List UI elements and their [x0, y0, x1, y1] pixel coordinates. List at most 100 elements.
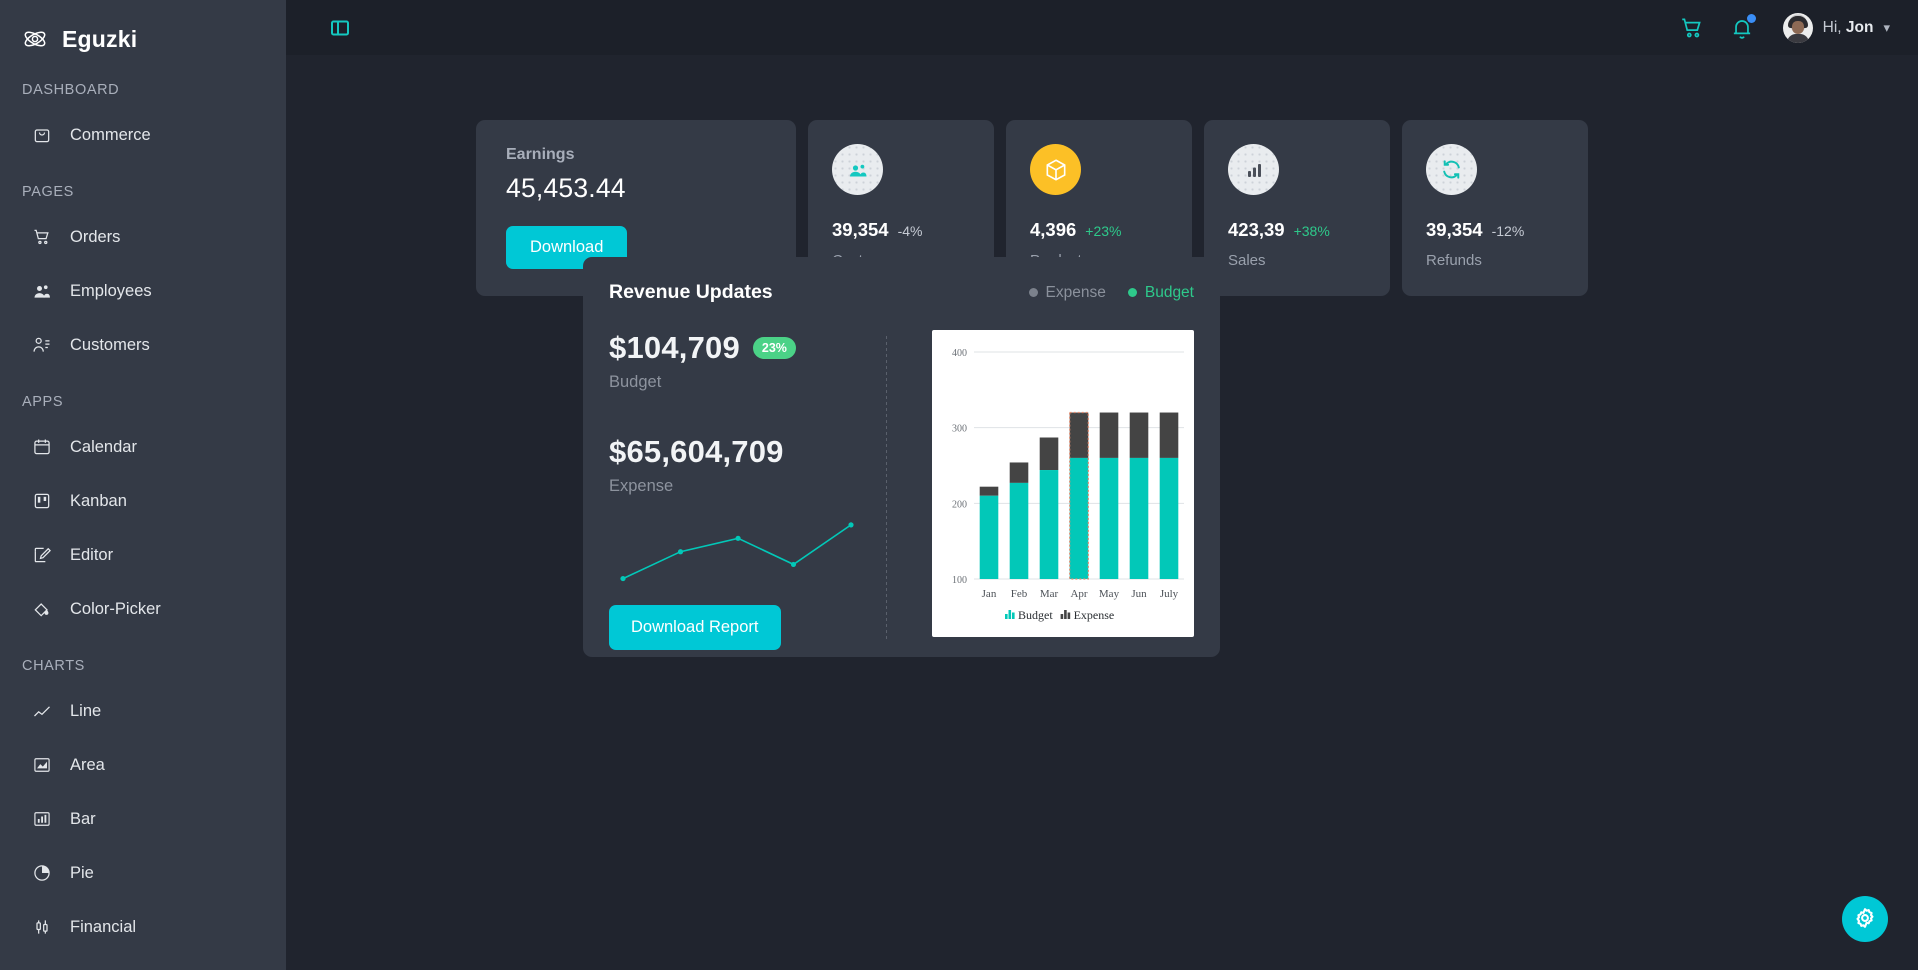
topbar-actions: Hi, Jon ▾ [1679, 12, 1890, 43]
sidebar-item-label: Customers [70, 335, 150, 354]
greeting-prefix: Hi, [1822, 18, 1842, 36]
sidebar-item-customers[interactable]: Customers [0, 318, 286, 372]
revenue-legend: Expense Budget [1028, 283, 1194, 302]
sidebar-item-orders[interactable]: Orders [0, 210, 286, 264]
legend-dot-budget [1127, 288, 1137, 297]
sidebar-item-label: Commerce [70, 125, 151, 144]
sidebar-item-label: Pie [70, 863, 94, 882]
expense-block: $65,604,709 Expense [609, 434, 886, 496]
revenue-summary: $104,709 23% Budget $65,604,709 Expense … [609, 330, 886, 650]
stat-value: 4,396 [1030, 219, 1077, 240]
sidebar-item-color-picker[interactable]: Color-Picker [0, 582, 286, 636]
svg-text:Expense: Expense [1074, 608, 1115, 622]
svg-text:200: 200 [952, 499, 967, 510]
sidebar-item-calendar[interactable]: Calendar [0, 420, 286, 474]
stat-delta: -12% [1491, 223, 1525, 239]
budget-block: $104,709 23% Budget [609, 330, 886, 392]
svg-text:300: 300 [952, 424, 967, 435]
revenue-bar-chart[interactable]: 100 200 300 400 Jan Feb Mar Apr May Jun July Budget… [932, 330, 1194, 637]
stat-delta: +23% [1085, 223, 1122, 239]
budget-label: Budget [609, 373, 662, 391]
sidebar-item-label: Financial [70, 917, 137, 936]
svg-text:Budget: Budget [1018, 608, 1053, 622]
stat-label: Sales [1228, 252, 1266, 269]
sidebar-item-editor[interactable]: Editor [0, 528, 286, 582]
top-navigation-bar: Hi, Jon ▾ [286, 0, 1918, 55]
sidebar-item-label: Calendar [70, 437, 137, 456]
budget-value: $104,709 [609, 330, 740, 365]
sidebar-item-label: Line [70, 701, 102, 720]
stat-card-refunds: 39,354 -12% Refunds [1402, 120, 1588, 296]
customers-icon [832, 144, 883, 195]
sidebar-item-label: Orders [70, 227, 121, 246]
shopping-cart-icon [32, 227, 52, 247]
sidebar-section-pages: PAGES [22, 184, 74, 200]
revenue-bar-chart-panel[interactable]: 100 200 300 400 Jan Feb Mar Apr May Jun July Budget… [932, 330, 1194, 637]
user-list-icon [32, 335, 52, 355]
atom-icon [22, 26, 48, 52]
sidebar-item-pie[interactable]: Pie [0, 846, 286, 900]
stat-value: 39,354 [1426, 219, 1483, 240]
earnings-title: Earnings [506, 146, 575, 163]
sidebar-section-charts: CHARTS [22, 658, 85, 674]
svg-text:May: May [1099, 588, 1120, 600]
revenue-updates-card: Revenue Updates Expense Budget $104,709 … [583, 257, 1220, 657]
legend-label: Budget [1144, 283, 1194, 301]
svg-text:Jan: Jan [982, 588, 997, 600]
sidebar-item-label: Bar [70, 809, 96, 828]
sidebar-item-label: Employees [70, 281, 152, 300]
kanban-board-icon [32, 491, 52, 511]
bar-chart-icon [32, 809, 52, 829]
sidebar-item-employees[interactable]: Employees [0, 264, 286, 318]
sidebar-section-apps: APPS [22, 394, 64, 410]
svg-text:Jun: Jun [1131, 588, 1147, 600]
stat-value: 423,39 [1228, 219, 1285, 240]
download-report-button[interactable]: Download Report [609, 605, 781, 650]
panel-toggle-icon[interactable] [328, 16, 352, 40]
avatar [1782, 12, 1813, 43]
sidebar-item-kanban[interactable]: Kanban [0, 474, 286, 528]
sidebar-item-label: Kanban [70, 491, 127, 510]
bar-chart-icon [1228, 144, 1279, 195]
brand-logo[interactable]: Eguzki [0, 0, 286, 60]
sidebar: Eguzki DASHBOARD Commerce PAGES Orders E… [0, 0, 286, 970]
users-icon [32, 281, 52, 301]
brand-name: Eguzki [62, 25, 138, 52]
shopping-cart-icon[interactable] [1679, 15, 1705, 41]
sidebar-item-area[interactable]: Area [0, 738, 286, 792]
color-picker-icon [32, 599, 52, 619]
earnings-amount: 45,453.44 [506, 173, 626, 203]
user-name: Jon [1845, 18, 1874, 36]
user-menu[interactable]: Hi, Jon ▾ [1782, 12, 1890, 43]
main-content: Earnings 45,453.44 Download 39,354 -4% C… [286, 55, 1918, 970]
revenue-title: Revenue Updates [609, 281, 773, 303]
svg-text:Apr: Apr [1070, 588, 1087, 600]
svg-text:Feb: Feb [1011, 588, 1028, 600]
vertical-divider [886, 336, 887, 640]
expense-value: $65,604,709 [609, 434, 784, 469]
sidebar-item-commerce[interactable]: Commerce [0, 108, 286, 162]
revenue-sparkline-chart [620, 522, 854, 582]
sidebar-item-financial[interactable]: Financial [0, 900, 286, 954]
gear-icon [1853, 906, 1877, 933]
stat-label: Refunds [1426, 252, 1482, 269]
shopping-bag-icon [32, 125, 52, 145]
refresh-icon [1426, 144, 1477, 195]
legend-expense[interactable]: Expense [1028, 284, 1106, 302]
svg-text:July: July [1160, 588, 1179, 600]
legend-budget[interactable]: Budget [1127, 283, 1194, 302]
revenue-header: Revenue Updates Expense Budget [609, 281, 1194, 304]
legend-dot-expense [1028, 288, 1038, 297]
user-greeting: Hi, Jon [1823, 19, 1874, 37]
sidebar-item-line[interactable]: Line [0, 684, 286, 738]
bell-icon[interactable] [1729, 13, 1756, 41]
revenue-body: $104,709 23% Budget $65,604,709 Expense … [609, 330, 1194, 650]
sidebar-item-bar[interactable]: Bar [0, 792, 286, 846]
financial-chart-icon [32, 917, 52, 937]
notification-badge-dot [1746, 13, 1756, 23]
sidebar-section-dashboard: DASHBOARD [22, 82, 120, 98]
chevron-down-icon: ▾ [1883, 19, 1890, 35]
pie-chart-icon [32, 863, 52, 883]
settings-fab-button[interactable] [1842, 896, 1888, 942]
budget-percentage-badge: 23% [752, 336, 796, 360]
